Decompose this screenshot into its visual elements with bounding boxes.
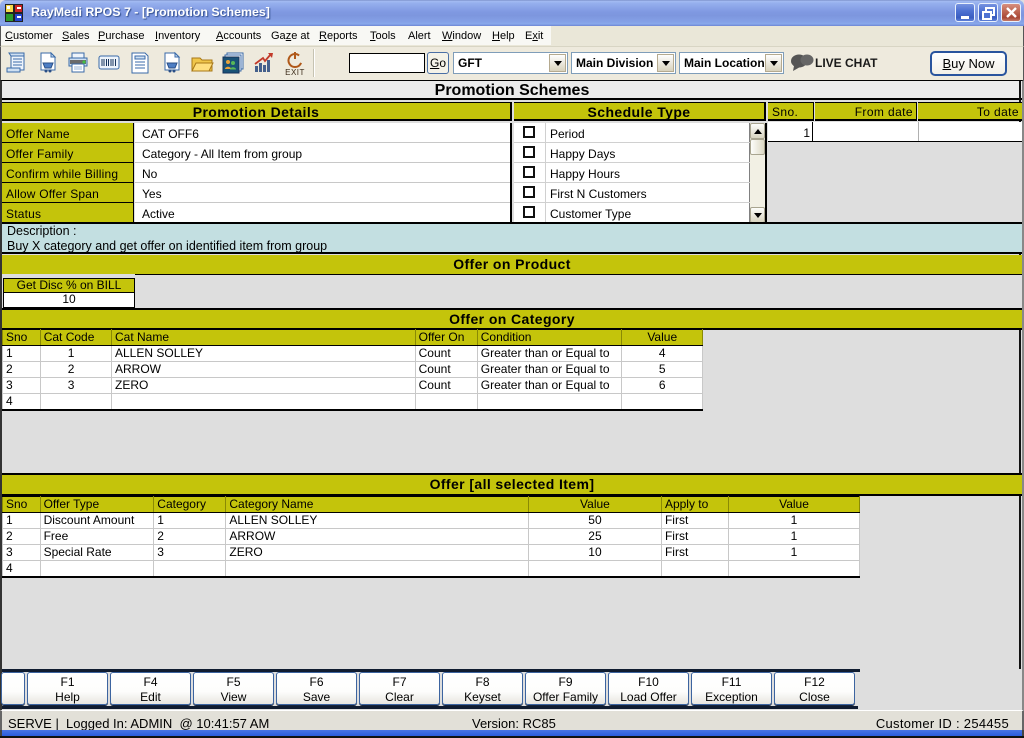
svg-text:EXIT: EXIT (285, 68, 305, 77)
